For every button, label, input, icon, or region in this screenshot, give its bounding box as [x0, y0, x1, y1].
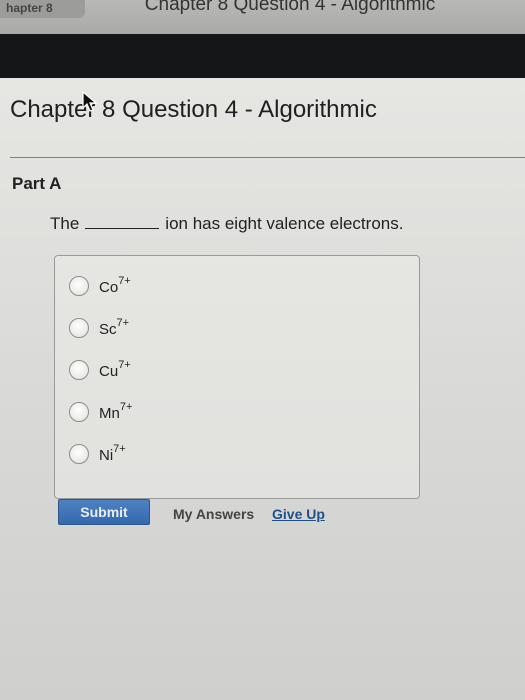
submit-button[interactable]: Submit	[58, 499, 150, 525]
choice-sc[interactable]: Sc7+	[69, 315, 129, 341]
question-text-before: The	[50, 214, 80, 233]
choice-label: Co7+	[99, 274, 131, 296]
my-answers-link[interactable]: My Answers	[173, 506, 254, 522]
browser-toolbar	[0, 34, 525, 78]
choice-mn[interactable]: Mn7+	[69, 399, 132, 425]
answer-choices: Co7+ Sc7+ Cu7+ Mn7+ Ni7+	[54, 255, 420, 499]
radio-button[interactable]	[69, 360, 89, 380]
choice-label: Mn7+	[99, 400, 133, 422]
browser-tab-strip: hapter 8 Chapter 8 Question 4 - Algorith…	[0, 0, 525, 34]
choice-label: Ni7+	[99, 442, 126, 464]
question-text: The ion has eight valence electrons.	[50, 214, 403, 234]
page-title: Chapter 8 Question 4 - Algorithmic	[10, 96, 377, 123]
question-text-after: ion has eight valence electrons.	[165, 214, 404, 233]
give-up-link[interactable]: Give Up	[272, 506, 325, 522]
radio-button[interactable]	[69, 444, 89, 464]
answer-blank	[85, 215, 160, 229]
browser-tab-title: Chapter 8 Question 4 - Algorithmic	[144, 0, 436, 15]
choice-co[interactable]: Co7+	[69, 273, 131, 299]
part-label: Part A	[12, 174, 62, 193]
title-divider	[10, 157, 525, 158]
browser-tab-previous-label: hapter 8	[6, 1, 53, 15]
radio-button[interactable]	[69, 318, 89, 338]
choice-label: Cu7+	[99, 358, 131, 380]
action-bar: Submit My Answers Give Up	[58, 499, 358, 527]
radio-button[interactable]	[69, 402, 89, 422]
browser-tab-active[interactable]: Chapter 8 Question 4 - Algorithmic	[100, 0, 480, 20]
browser-tab-previous[interactable]: hapter 8	[0, 0, 85, 18]
radio-button[interactable]	[69, 276, 89, 296]
choice-cu[interactable]: Cu7+	[69, 357, 131, 383]
mouse-pointer-icon	[82, 91, 98, 112]
choice-ni[interactable]: Ni7+	[69, 441, 126, 467]
page-content: Chapter 8 Question 4 - Algorithmic Part …	[0, 78, 525, 700]
choice-label: Sc7+	[99, 316, 130, 338]
